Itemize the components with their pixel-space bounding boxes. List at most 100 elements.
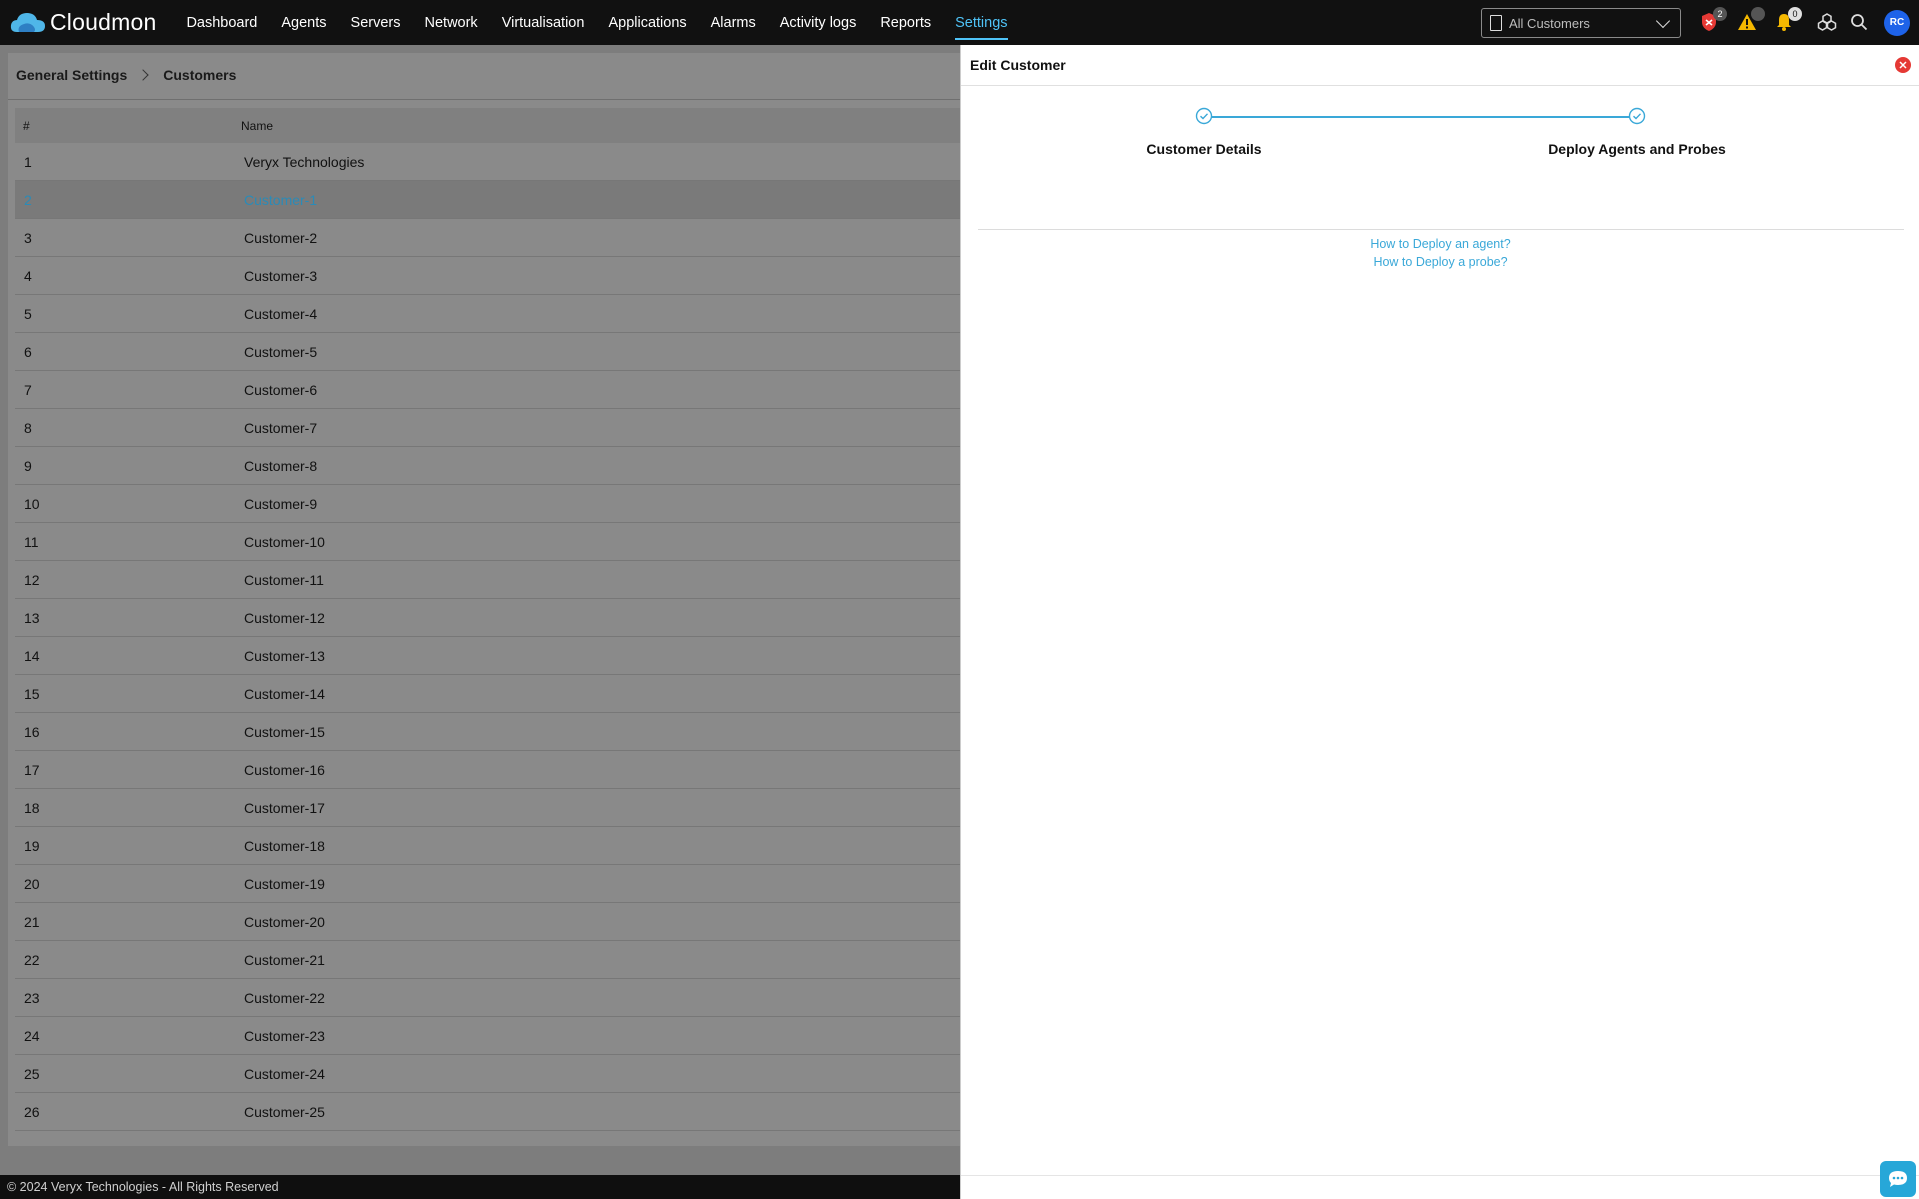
table-row[interactable]: 10 Customer-9 <box>15 485 960 523</box>
table-row[interactable]: 15 Customer-14 <box>15 675 960 713</box>
customer-name[interactable]: Customer-24 <box>244 1066 325 1082</box>
customer-name[interactable]: Customer-10 <box>244 534 325 550</box>
customer-name[interactable]: Customer-1 <box>244 192 317 208</box>
table-row[interactable]: 17 Customer-16 <box>15 751 960 789</box>
customer-name[interactable]: Customer-11 <box>244 572 324 588</box>
customer-name[interactable]: Customer-5 <box>244 344 317 360</box>
customer-name[interactable]: Customer-22 <box>244 990 325 1006</box>
customer-name[interactable]: Customer-8 <box>244 458 317 474</box>
breadcrumb-customers: Customers <box>163 67 237 83</box>
chevron-down-icon <box>1655 13 1671 28</box>
customer-name[interactable]: Customer-4 <box>244 306 317 322</box>
table-row[interactable]: 3 Customer-2 <box>15 219 960 257</box>
table-body: 1 Veryx Technologies 2 Customer-1 3 Customer-… <box>15 143 960 1131</box>
table-row[interactable]: 11 Customer-10 <box>15 523 960 561</box>
customer-name[interactable]: Veryx Technologies <box>244 154 364 170</box>
security-alerts-button[interactable]: 2 <box>1697 7 1727 34</box>
customer-name[interactable]: Customer-21 <box>244 952 325 968</box>
row-number: 26 <box>24 1103 40 1120</box>
nav-settings[interactable]: Settings <box>943 0 1019 45</box>
table-row[interactable]: 21 Customer-20 <box>15 903 960 941</box>
table-row[interactable]: 7 Customer-6 <box>15 371 960 409</box>
step-deploy-agents[interactable]: Deploy Agents and Probes <box>1527 107 1747 157</box>
row-number: 4 <box>24 267 32 284</box>
breadcrumb: General Settings Customers <box>16 67 236 83</box>
customer-name[interactable]: Customer-2 <box>244 230 317 246</box>
table-row[interactable]: 25 Customer-24 <box>15 1055 960 1093</box>
nav-virtualisation[interactable]: Virtualisation <box>490 0 597 45</box>
step-customer-details[interactable]: Customer Details <box>1104 107 1304 157</box>
close-drawer-button[interactable] <box>1895 57 1911 73</box>
table-row[interactable]: 6 Customer-5 <box>15 333 960 371</box>
nav-network[interactable]: Network <box>413 0 490 45</box>
row-number: 1 <box>24 153 32 170</box>
brand-logo[interactable]: Cloudmon <box>8 0 156 45</box>
customer-name[interactable]: Customer-7 <box>244 420 317 436</box>
breadcrumb-general-settings[interactable]: General Settings <box>16 67 127 83</box>
table-row[interactable]: 12 Customer-11 <box>15 561 960 599</box>
table-row[interactable]: 8 Customer-7 <box>15 409 960 447</box>
user-avatar[interactable]: RC <box>1884 10 1910 36</box>
row-number: 8 <box>24 419 32 436</box>
table-row[interactable]: 18 Customer-17 <box>15 789 960 827</box>
table-row[interactable]: 19 Customer-18 <box>15 827 960 865</box>
customer-name[interactable]: Customer-23 <box>244 1028 325 1044</box>
nav-applications[interactable]: Applications <box>596 0 698 45</box>
customer-name[interactable]: Customer-18 <box>244 838 325 854</box>
nav-dashboard[interactable]: Dashboard <box>174 0 269 45</box>
nav-reports[interactable]: Reports <box>868 0 943 45</box>
notifications-button[interactable]: 0 <box>1772 7 1802 34</box>
table-row[interactable]: 22 Customer-21 <box>15 941 960 979</box>
customer-name[interactable]: Customer-6 <box>244 382 317 398</box>
row-number: 25 <box>24 1065 40 1082</box>
customer-name[interactable]: Customer-20 <box>244 914 325 930</box>
row-number: 21 <box>24 913 40 930</box>
customer-name[interactable]: Customer-14 <box>244 686 325 702</box>
table-row[interactable]: 4 Customer-3 <box>15 257 960 295</box>
table-row[interactable]: 16 Customer-15 <box>15 713 960 751</box>
customer-name[interactable]: Customer-19 <box>244 876 325 892</box>
nav-servers[interactable]: Servers <box>339 0 413 45</box>
customer-name[interactable]: Customer-13 <box>244 648 325 664</box>
row-number: 9 <box>24 457 32 474</box>
warnings-button[interactable] <box>1735 7 1765 34</box>
table-header: # Name <box>15 108 960 143</box>
deploy-agent-link[interactable]: How to Deploy an agent? <box>961 235 1919 253</box>
row-number: 15 <box>24 685 40 702</box>
customer-name[interactable]: Customer-15 <box>244 724 325 740</box>
row-number: 7 <box>24 381 32 398</box>
table-row[interactable]: 14 Customer-13 <box>15 637 960 675</box>
table-row[interactable]: 20 Customer-19 <box>15 865 960 903</box>
customer-select[interactable]: All Customers <box>1481 8 1681 38</box>
row-number: 20 <box>24 875 40 892</box>
column-header-number[interactable]: # <box>15 119 241 133</box>
customer-name[interactable]: Customer-3 <box>244 268 317 284</box>
nav-agents[interactable]: Agents <box>269 0 338 45</box>
row-number: 23 <box>24 989 40 1006</box>
column-header-name[interactable]: Name <box>241 119 273 133</box>
customer-name[interactable]: Customer-25 <box>244 1104 325 1120</box>
table-row[interactable]: 2 Customer-1 <box>15 181 960 219</box>
customer-name[interactable]: Customer-12 <box>244 610 325 626</box>
customer-name[interactable]: Customer-16 <box>244 762 325 778</box>
deploy-probe-link[interactable]: How to Deploy a probe? <box>961 253 1919 271</box>
table-row[interactable]: 26 Customer-25 <box>15 1093 960 1131</box>
table-row[interactable]: 13 Customer-12 <box>15 599 960 637</box>
table-row[interactable]: 9 Customer-8 <box>15 447 960 485</box>
table-row[interactable]: 24 Customer-23 <box>15 1017 960 1055</box>
row-number: 5 <box>24 305 32 322</box>
top-navbar: Cloudmon Dashboard Agents Servers Networ… <box>0 0 1919 45</box>
table-row[interactable]: 23 Customer-22 <box>15 979 960 1017</box>
table-row[interactable]: 1 Veryx Technologies <box>15 143 960 181</box>
table-row[interactable]: 5 Customer-4 <box>15 295 960 333</box>
row-number: 19 <box>24 837 40 854</box>
customer-name[interactable]: Customer-17 <box>244 800 325 816</box>
chat-support-button[interactable] <box>1880 1161 1916 1197</box>
customer-name[interactable]: Customer-9 <box>244 496 317 512</box>
apps-button[interactable] <box>1815 10 1839 34</box>
nav-alarms[interactable]: Alarms <box>699 0 768 45</box>
row-number: 6 <box>24 343 32 360</box>
global-search-button[interactable] <box>1847 10 1871 34</box>
step-label: Deploy Agents and Probes <box>1548 141 1726 157</box>
nav-activity-logs[interactable]: Activity logs <box>768 0 869 45</box>
